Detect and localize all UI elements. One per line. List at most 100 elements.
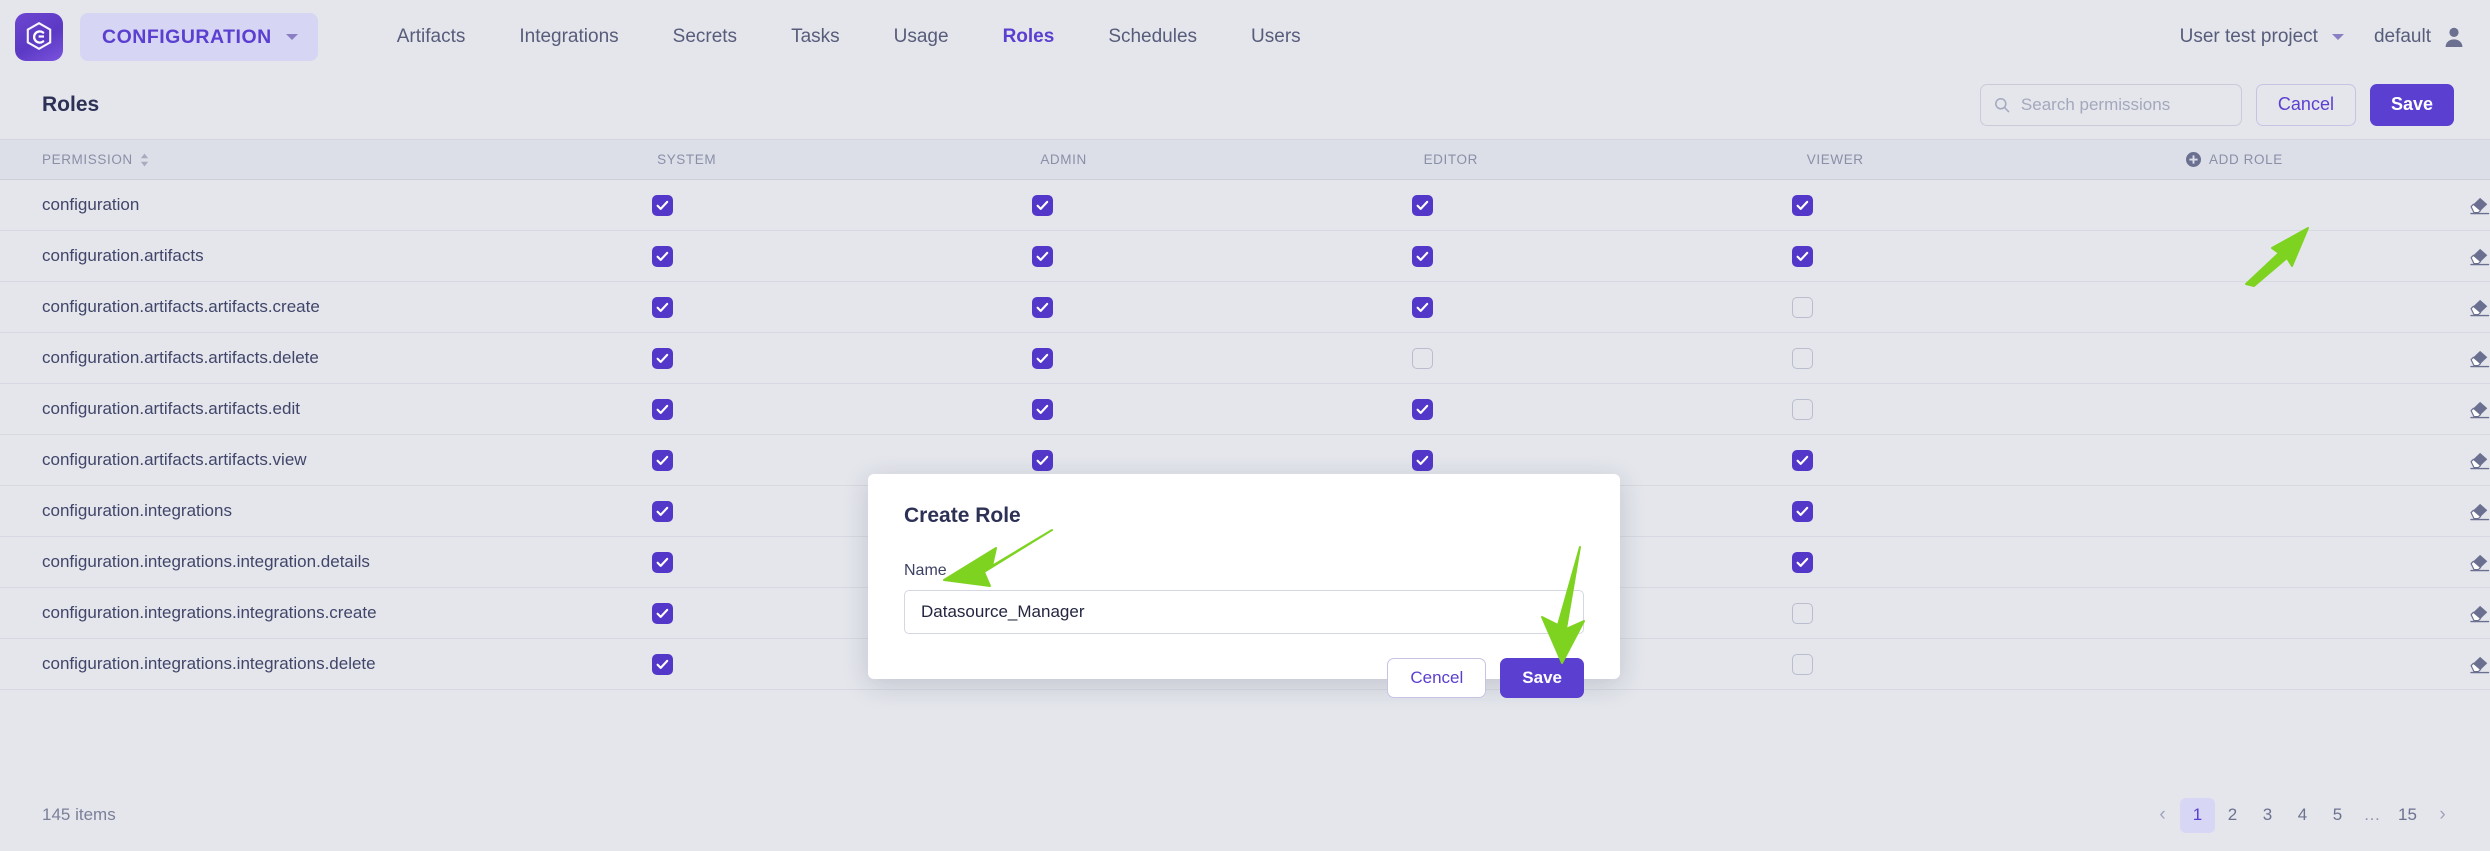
modal-cancel-button[interactable]: Cencel — [1387, 658, 1486, 698]
project-selector[interactable]: User test project — [2180, 26, 2374, 48]
checkbox-viewer[interactable] — [1792, 246, 1813, 267]
pagination-page-4[interactable]: 4 — [2285, 798, 2320, 833]
header-cell-admin: ADMIN — [988, 152, 1371, 167]
user-menu[interactable]: default — [2374, 26, 2464, 48]
checkbox-system[interactable] — [652, 552, 673, 573]
eraser-icon[interactable] — [2469, 502, 2490, 521]
row-cell-actions[interactable] — [2469, 247, 2490, 266]
eraser-icon[interactable] — [2469, 400, 2490, 419]
row-permission-cell: configuration.integrations — [0, 501, 600, 521]
checkbox-system[interactable] — [652, 399, 673, 420]
pagination-page-15[interactable]: 15 — [2390, 798, 2425, 833]
pagination-page-5[interactable]: 5 — [2320, 798, 2355, 833]
checkbox-viewer[interactable] — [1792, 195, 1813, 216]
header-cell-add-role: ADD ROLE — [2138, 152, 2490, 167]
cancel-button[interactable]: Cancel — [2256, 84, 2356, 126]
add-role-button[interactable]: ADD ROLE — [2186, 152, 2283, 167]
checkbox-admin[interactable] — [1032, 399, 1053, 420]
checkbox-system[interactable] — [652, 195, 673, 216]
eraser-icon[interactable] — [2469, 247, 2490, 266]
nav-item-secrets[interactable]: Secrets — [646, 26, 764, 48]
checkbox-system[interactable] — [652, 246, 673, 267]
section-selector-configuration[interactable]: CONFIGURATION — [80, 13, 318, 61]
row-cell-actions[interactable] — [2469, 349, 2490, 368]
row-permission-cell: configuration.artifacts.artifacts.view — [0, 450, 600, 470]
row-permission-cell: configuration.artifacts.artifacts.delete — [0, 348, 600, 368]
checkbox-viewer[interactable] — [1792, 501, 1813, 522]
main-nav: Artifacts Integrations Secrets Tasks Usa… — [370, 26, 1328, 48]
row-cell-actions[interactable] — [2469, 502, 2490, 521]
pagination-page-1[interactable]: 1 — [2180, 798, 2215, 833]
modal-save-button[interactable]: Save — [1500, 658, 1584, 698]
nav-item-tasks[interactable]: Tasks — [764, 26, 867, 48]
page-header-actions: Cancel Save — [1980, 84, 2454, 126]
nav-item-integrations[interactable]: Integrations — [492, 26, 645, 48]
permission-label: configuration.integrations — [42, 501, 232, 520]
checkbox-editor[interactable] — [1412, 246, 1433, 267]
checkbox-system[interactable] — [652, 450, 673, 471]
checkbox-editor[interactable] — [1412, 450, 1433, 471]
eraser-icon[interactable] — [2469, 298, 2490, 317]
eraser-icon[interactable] — [2469, 604, 2490, 623]
pagination-next-button[interactable]: › — [2425, 798, 2460, 833]
row-cell-system — [600, 450, 980, 471]
row-cell-actions[interactable] — [2469, 655, 2490, 674]
checkbox-viewer[interactable] — [1792, 348, 1813, 369]
checkbox-admin[interactable] — [1032, 348, 1053, 369]
nav-item-artifacts[interactable]: Artifacts — [370, 26, 493, 48]
nav-item-usage[interactable]: Usage — [867, 26, 976, 48]
checkbox-admin[interactable] — [1032, 195, 1053, 216]
eraser-icon[interactable] — [2469, 655, 2490, 674]
app-logo[interactable] — [10, 8, 68, 66]
permission-label: configuration.integrations.integration.d… — [42, 552, 370, 571]
checkbox-admin[interactable] — [1032, 450, 1053, 471]
row-cell-admin — [980, 348, 1360, 369]
create-role-modal: Create Role Name Cencel Save — [868, 474, 1620, 679]
checkbox-viewer[interactable] — [1792, 603, 1813, 624]
row-cell-system — [600, 297, 980, 318]
checkbox-admin[interactable] — [1032, 297, 1053, 318]
eraser-icon[interactable] — [2469, 451, 2490, 470]
row-cell-actions[interactable] — [2469, 298, 2490, 317]
checkbox-viewer[interactable] — [1792, 552, 1813, 573]
pagination-prev-button[interactable]: ‹ — [2145, 798, 2180, 833]
page-title: Roles — [42, 93, 99, 117]
checkbox-system[interactable] — [652, 603, 673, 624]
checkbox-system[interactable] — [652, 297, 673, 318]
header-label-system: SYSTEM — [657, 152, 716, 167]
checkbox-viewer[interactable] — [1792, 399, 1813, 420]
row-cell-actions[interactable] — [2469, 451, 2490, 470]
search-permissions-box[interactable] — [1980, 84, 2242, 126]
row-cell-actions[interactable] — [2469, 400, 2490, 419]
permission-label: configuration.artifacts.artifacts.create — [42, 297, 320, 316]
save-button[interactable]: Save — [2370, 84, 2454, 126]
row-cell-system — [600, 195, 980, 216]
row-cell-actions[interactable] — [2469, 553, 2490, 572]
checkbox-editor[interactable] — [1412, 399, 1433, 420]
user-avatar-icon — [2444, 26, 2464, 48]
checkbox-admin[interactable] — [1032, 246, 1053, 267]
checkbox-system[interactable] — [652, 348, 673, 369]
nav-item-roles[interactable]: Roles — [976, 26, 1082, 48]
checkbox-system[interactable] — [652, 501, 673, 522]
row-cell-actions[interactable] — [2469, 604, 2490, 623]
search-input[interactable] — [2021, 95, 2228, 115]
eraser-icon[interactable] — [2469, 553, 2490, 572]
nav-item-schedules[interactable]: Schedules — [1081, 26, 1224, 48]
pagination-page-3[interactable]: 3 — [2250, 798, 2285, 833]
header-cell-permission[interactable]: PERMISSION — [0, 152, 605, 167]
eraser-icon[interactable] — [2469, 196, 2490, 215]
pagination-page-2[interactable]: 2 — [2215, 798, 2250, 833]
nav-item-users[interactable]: Users — [1224, 26, 1328, 48]
role-name-input[interactable] — [904, 590, 1584, 634]
checkbox-viewer[interactable] — [1792, 450, 1813, 471]
row-cell-actions[interactable] — [2469, 196, 2490, 215]
checkbox-system[interactable] — [652, 654, 673, 675]
row-cell-editor — [1360, 348, 1740, 369]
eraser-icon[interactable] — [2469, 349, 2490, 368]
checkbox-viewer[interactable] — [1792, 297, 1813, 318]
checkbox-editor[interactable] — [1412, 297, 1433, 318]
checkbox-editor[interactable] — [1412, 348, 1433, 369]
checkbox-editor[interactable] — [1412, 195, 1433, 216]
checkbox-viewer[interactable] — [1792, 654, 1813, 675]
